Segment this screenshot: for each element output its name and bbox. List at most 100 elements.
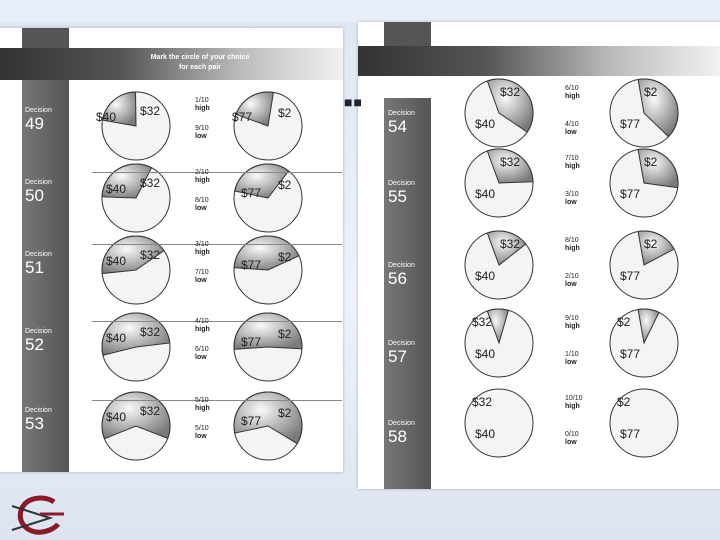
option-a-high: $40 — [106, 410, 127, 424]
option-a-low: $32 — [140, 104, 161, 118]
option-a-low: $32 — [140, 248, 161, 262]
option-a-pie[interactable] — [101, 163, 171, 233]
prob-low-label: low — [565, 439, 577, 446]
decision-label: Decision 50 — [25, 179, 52, 204]
decision-number: 50 — [25, 186, 44, 205]
option-a-pie[interactable] — [101, 235, 171, 305]
prob-low: 1/10 low — [565, 351, 579, 367]
prob-high: 1/10 high — [195, 97, 210, 113]
option-a-pie[interactable] — [101, 391, 171, 461]
prob-high-value: 6/10 — [565, 85, 579, 92]
option-b-high: $77 — [241, 258, 262, 272]
prob-low-label: low — [565, 281, 577, 288]
prob-low-label: low — [195, 205, 207, 212]
left-sheet: Mark the circle of your choice for each … — [0, 28, 343, 472]
prob-low: 2/10 low — [565, 273, 579, 289]
decision-label: Decision 52 — [25, 328, 52, 353]
prob-high-label: high — [195, 105, 210, 112]
option-a-high: $40 — [106, 331, 127, 345]
prob-high-label: high — [195, 405, 210, 412]
prob-high-value: 1/10 — [195, 97, 209, 104]
right-sheet: Decision 54 $40 $32 $77 $2 6/10 high 4/10 low Deci… — [358, 22, 720, 489]
option-a-pie[interactable] — [101, 312, 171, 382]
option-a-pie[interactable] — [101, 91, 171, 161]
prob-low: 7/10 low — [195, 269, 209, 285]
prob-low-value: 2/10 — [565, 273, 579, 280]
decision-label: Decision 55 — [388, 180, 415, 205]
option-a-low: $32 — [140, 176, 161, 190]
prob-high-value: 2/10 — [195, 169, 209, 176]
prob-low: 5/10 low — [195, 425, 209, 441]
option-a-high: $40 — [475, 117, 496, 131]
prob-high: 7/10 high — [565, 155, 580, 171]
decision-label: Decision 54 — [388, 110, 415, 135]
prob-low-label: low — [195, 277, 207, 284]
prob-high-label: high — [195, 249, 210, 256]
option-b-high: $77 — [241, 186, 262, 200]
decision-number: 51 — [25, 258, 44, 277]
prob-low-label: low — [565, 199, 577, 206]
decision-number: 58 — [388, 427, 407, 446]
option-a-high: $40 — [96, 110, 117, 124]
right-pies — [464, 78, 679, 458]
option-b-high: $77 — [241, 414, 262, 428]
c-logo-icon — [11, 495, 64, 535]
prob-high-value: 8/10 — [565, 237, 579, 244]
prob-high: 8/10 high — [565, 237, 580, 253]
option-b-low: $2 — [278, 250, 292, 264]
decision-label: Decision 51 — [25, 251, 52, 276]
row-divider — [92, 400, 342, 401]
prob-low: 9/10 low — [195, 125, 209, 141]
option-b-low: $2 — [278, 327, 292, 341]
prob-low-value: 0/10 — [565, 431, 579, 438]
prob-high-label: high — [565, 163, 580, 170]
option-b-low: $2 — [278, 178, 292, 192]
prob-high-label: high — [195, 326, 210, 333]
prob-high: 9/10 high — [565, 315, 580, 331]
prob-low: 8/10 low — [195, 197, 209, 213]
option-b-low: $2 — [644, 85, 658, 99]
prob-high-label: high — [565, 403, 580, 410]
decision-number: 57 — [388, 347, 407, 366]
option-b-pie[interactable] — [233, 91, 303, 161]
prob-low-value: 4/10 — [565, 121, 579, 128]
option-b-high: $77 — [620, 347, 641, 361]
prob-high-value: 3/10 — [195, 241, 209, 248]
prob-low: 6/10 low — [195, 346, 209, 362]
prob-high-label: high — [195, 177, 210, 184]
prob-high-value: 5/10 — [195, 397, 209, 404]
option-b-low: $2 — [617, 395, 631, 409]
option-a-pie[interactable] — [464, 148, 534, 218]
option-a-low: $32 — [500, 85, 521, 99]
option-b-low: $2 — [644, 237, 658, 251]
option-a-pie[interactable] — [464, 78, 534, 148]
option-b-low: $2 — [644, 155, 658, 169]
prob-low-value: 7/10 — [195, 269, 209, 276]
option-a-low: $32 — [500, 155, 521, 169]
ellipsis-marker: ■■ — [344, 94, 363, 110]
option-a-high: $40 — [475, 427, 496, 441]
prob-high-value: 9/10 — [565, 315, 579, 322]
prob-high-label: high — [565, 323, 580, 330]
decision-label: Decision 49 — [25, 107, 52, 132]
prob-low-value: 3/10 — [565, 191, 579, 198]
left-pies — [101, 91, 303, 461]
prob-high: 4/10 high — [195, 318, 210, 334]
prob-low-label: low — [195, 433, 207, 440]
decision-label: Decision 56 — [388, 262, 415, 287]
decision-number: 56 — [388, 269, 407, 288]
prob-high-value: 4/10 — [195, 318, 209, 325]
option-a-low: $32 — [472, 315, 493, 329]
option-a-pie[interactable] — [464, 230, 534, 300]
prob-high: 5/10 high — [195, 397, 210, 413]
decision-label: Decision 58 — [388, 420, 415, 445]
prob-low: 3/10 low — [565, 191, 579, 207]
prob-low-value: 5/10 — [195, 425, 209, 432]
prob-high: 2/10 high — [195, 169, 210, 185]
option-a-low: $32 — [140, 325, 161, 339]
prob-low-label: low — [195, 133, 207, 140]
prob-high: 10/10 high — [565, 395, 583, 411]
decision-label: Decision 57 — [388, 340, 415, 365]
option-a-low: $32 — [500, 237, 521, 251]
option-b-high: $77 — [620, 117, 641, 131]
